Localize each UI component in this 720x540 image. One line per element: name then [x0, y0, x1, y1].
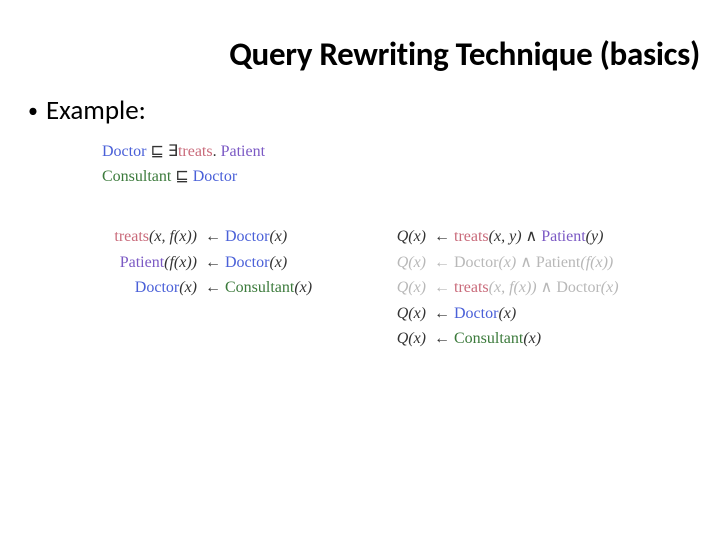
larrow-icon: ←: [201, 275, 225, 301]
concept-doctor: Doctor: [135, 279, 179, 296]
args-text: (y): [586, 228, 604, 245]
role-treats: treats: [454, 279, 489, 296]
sqsubseteq-icon: ⊑: [175, 168, 188, 185]
bullet-icon: •: [28, 101, 38, 121]
axiom-block: Doctor ⊑ ∃treats. Patient Consultant ⊑ D…: [102, 140, 265, 190]
axiom-row: Consultant ⊑ Doctor: [102, 165, 265, 190]
args-text: (f(x)): [580, 254, 613, 271]
larrow-icon: ←: [201, 250, 225, 276]
exists-icon: ∃: [168, 143, 178, 160]
example-bullet: • Example:: [28, 94, 146, 127]
query-head: Q(x): [388, 301, 430, 327]
larrow-icon: ←: [430, 250, 454, 276]
args-text: (x): [269, 254, 287, 271]
rule-row: Q(x) ← Consultant(x): [388, 326, 619, 352]
role-treats: treats: [454, 228, 489, 245]
larrow-icon: ←: [430, 275, 454, 301]
left-rules-block: treats(x, f(x)) ← Doctor(x) Patient(f(x)…: [62, 224, 312, 301]
concept-doctor: Doctor: [193, 168, 237, 185]
larrow-icon: ←: [201, 224, 225, 250]
slide-title: Query Rewriting Technique (basics): [90, 34, 700, 74]
args-text: (x): [601, 279, 619, 296]
query-head: Q(x): [388, 326, 430, 352]
args-text: (x): [498, 254, 516, 271]
rule-row: Q(x) ← treats(x, y) ∧ Patient(y): [388, 224, 619, 250]
larrow-icon: ←: [430, 326, 454, 352]
args-text: (x): [269, 228, 287, 245]
concept-doctor: Doctor: [454, 305, 498, 322]
concept-doctor: Doctor: [225, 228, 269, 245]
args-text: (x, y): [489, 228, 522, 245]
role-treats: treats: [178, 143, 213, 160]
concept-doctor: Doctor: [556, 279, 600, 296]
concept-patient: Patient: [541, 228, 585, 245]
bullet-text: Example:: [46, 94, 146, 127]
concept-patient: Patient: [221, 143, 265, 160]
query-head: Q(x): [388, 275, 430, 301]
larrow-icon: ←: [430, 224, 454, 250]
args-text: (x, f(x)): [149, 228, 197, 245]
args-text: (x): [498, 305, 516, 322]
rule-row: Patient(f(x)) ← Doctor(x): [62, 250, 312, 276]
args-text: (x): [523, 330, 541, 347]
rule-row-faded: Q(x) ← Doctor(x) ∧ Patient(f(x)): [388, 250, 619, 276]
role-treats: treats: [114, 228, 149, 245]
concept-doctor: Doctor: [102, 143, 146, 160]
and-icon: ∧: [541, 279, 553, 296]
and-icon: ∧: [526, 228, 538, 245]
larrow-icon: ←: [430, 301, 454, 327]
axiom-row: Doctor ⊑ ∃treats. Patient: [102, 140, 265, 165]
concept-patient: Patient: [536, 254, 580, 271]
rule-row: Q(x) ← Doctor(x): [388, 301, 619, 327]
slide: Query Rewriting Technique (basics) • Exa…: [0, 0, 720, 540]
concept-consultant: Consultant: [102, 168, 171, 185]
concept-patient: Patient: [120, 254, 164, 271]
args-text: (f(x)): [164, 254, 197, 271]
rule-row: treats(x, f(x)) ← Doctor(x): [62, 224, 312, 250]
concept-doctor: Doctor: [454, 254, 498, 271]
concept-consultant: Consultant: [454, 330, 523, 347]
concept-consultant: Consultant: [225, 279, 294, 296]
args-text: (x): [294, 279, 312, 296]
and-icon: ∧: [520, 254, 532, 271]
args-text: (x, f(x)): [489, 279, 537, 296]
rule-row-faded: Q(x) ← treats(x, f(x)) ∧ Doctor(x): [388, 275, 619, 301]
args-text: (x): [179, 279, 197, 296]
right-rules-block: Q(x) ← treats(x, y) ∧ Patient(y) Q(x) ← …: [388, 224, 619, 352]
query-head: Q(x): [388, 250, 430, 276]
sqsubseteq-icon: ⊑: [150, 143, 163, 160]
dot-icon: .: [213, 143, 217, 160]
rule-row: Doctor(x) ← Consultant(x): [62, 275, 312, 301]
query-head: Q(x): [388, 224, 430, 250]
concept-doctor: Doctor: [225, 254, 269, 271]
